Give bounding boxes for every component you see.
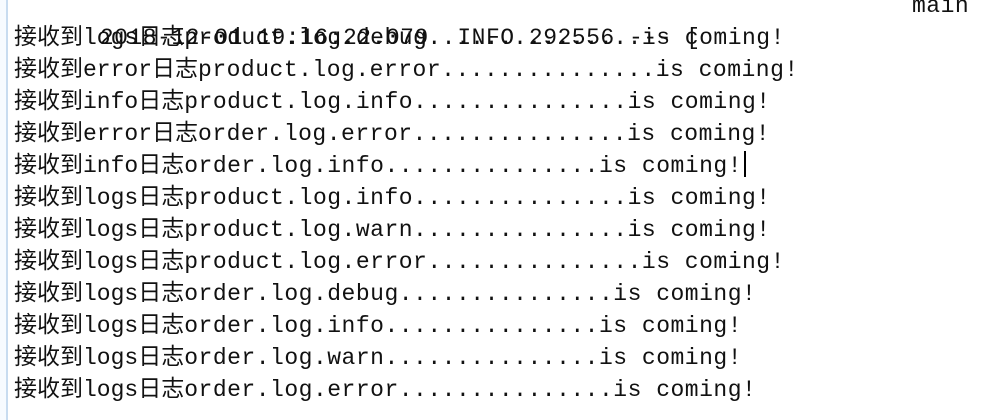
log-message: product.log.info...............is coming… bbox=[184, 185, 771, 211]
log-message: order.log.info...............is coming! bbox=[184, 313, 743, 339]
log-prefix: 接收到logs日志 bbox=[14, 377, 185, 403]
console-output[interactable]: 2018-12-01 19:16:22.079 INFO 292556 --- … bbox=[0, 0, 993, 420]
log-message: product.log.error...............is comin… bbox=[198, 57, 799, 83]
log-prefix: 接收到logs日志 bbox=[14, 281, 185, 307]
log-message: product.log.error...............is comin… bbox=[184, 249, 785, 275]
log-thread-name: main bbox=[912, 0, 970, 19]
log-lines: 2018-12-01 19:16:22.079 INFO 292556 --- … bbox=[14, 0, 993, 406]
log-line: 接收到info日志order.log.info...............is… bbox=[14, 150, 993, 182]
log-prefix: 接收到logs日志 bbox=[14, 217, 185, 243]
log-message: order.log.error...............is coming! bbox=[198, 121, 771, 147]
log-prefix: 接收到logs日志 bbox=[14, 249, 185, 275]
log-prefix: 接收到error日志 bbox=[14, 121, 199, 147]
log-line: 接收到error日志product.log.error.............… bbox=[14, 54, 993, 86]
log-line: 接收到logs日志order.log.info...............is… bbox=[14, 310, 993, 342]
log-prefix: 接收到logs日志 bbox=[14, 345, 185, 371]
log-message: order.log.error...............is coming! bbox=[184, 377, 757, 403]
log-line: 接收到logs日志order.log.debug...............i… bbox=[14, 278, 993, 310]
log-line: 接收到logs日志order.log.warn...............is… bbox=[14, 342, 993, 374]
log-prefix: 接收到info日志 bbox=[14, 153, 185, 179]
log-prefix: 接收到logs日志 bbox=[14, 185, 185, 211]
log-message: order.log.debug...............is coming! bbox=[184, 281, 757, 307]
log-header-line: 2018-12-01 19:16:22.079 INFO 292556 --- … bbox=[14, 0, 993, 51]
log-line: 接收到logs日志product.log.error..............… bbox=[14, 246, 993, 278]
log-header-text: 2018-12-01 19:16:22.079 INFO 292556 --- … bbox=[99, 25, 701, 51]
log-message: product.log.warn...............is coming… bbox=[184, 217, 771, 243]
log-line: 接收到error日志order.log.error...............… bbox=[14, 118, 993, 150]
console-gutter bbox=[0, 0, 8, 420]
log-message: order.log.warn...............is coming! bbox=[184, 345, 743, 371]
log-prefix: 接收到logs日志 bbox=[14, 313, 185, 339]
log-line: 接收到logs日志order.log.error...............i… bbox=[14, 374, 993, 406]
log-line: 接收到info日志product.log.info...............… bbox=[14, 86, 993, 118]
log-line: 接收到logs日志product.log.warn...............… bbox=[14, 214, 993, 246]
text-cursor bbox=[744, 151, 747, 177]
log-message: order.log.info...............is coming! bbox=[184, 153, 743, 179]
log-message: product.log.info...............is coming… bbox=[184, 89, 771, 115]
log-line: 接收到logs日志product.log.info...............… bbox=[14, 182, 993, 214]
